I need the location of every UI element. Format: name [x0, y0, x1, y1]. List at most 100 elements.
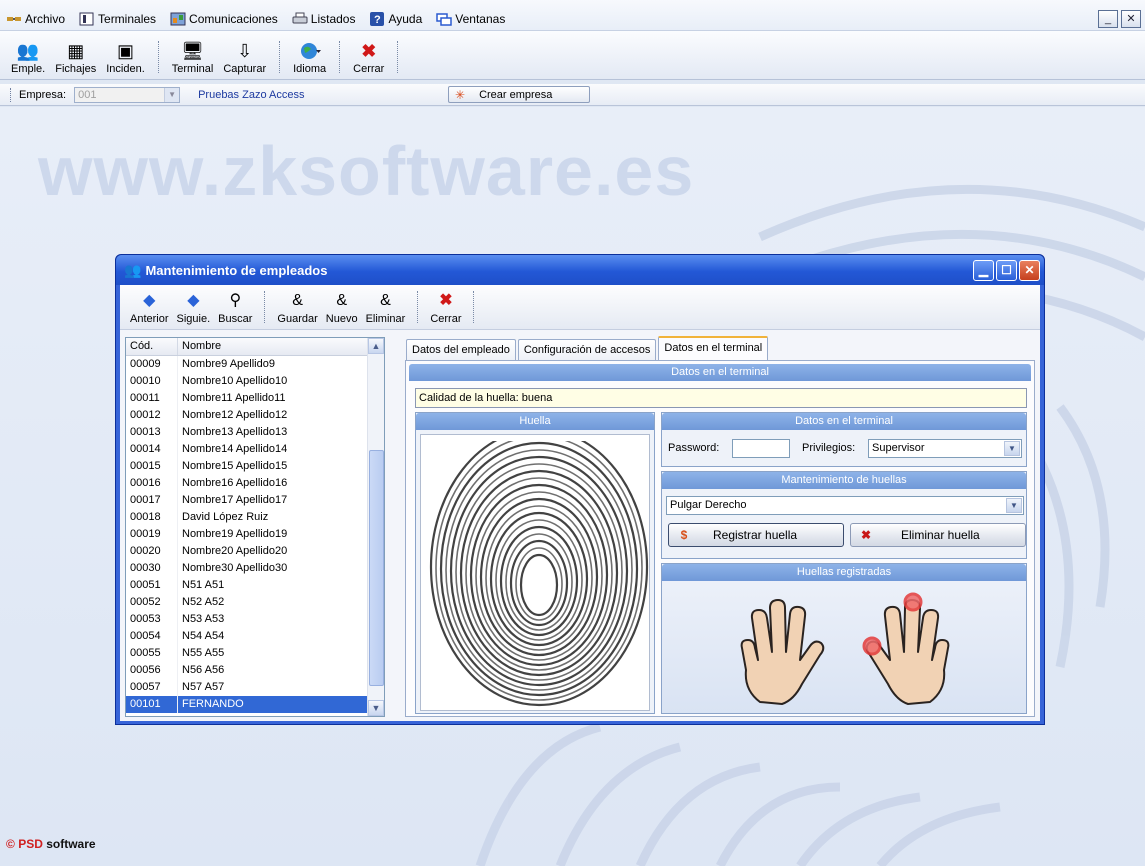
delete-fingerprint-button[interactable]: ✖ Eliminar huella	[850, 523, 1026, 547]
incidents-icon: ▣	[116, 41, 134, 61]
clock-ins-button[interactable]: ▦ Fichajes	[55, 41, 96, 75]
plug-icon	[6, 12, 22, 26]
window-close-toolbar-button[interactable]: ✖ Cerrar	[430, 291, 461, 325]
register-fingerprint-button[interactable]: $ Registrar huella	[668, 523, 844, 547]
delete-fingerprint-label: Eliminar huella	[901, 528, 980, 542]
previous-button-label: Anterior	[130, 313, 169, 325]
tab-access-config[interactable]: Configuración de accesos	[517, 339, 657, 360]
employee-name: Nombre10 Apellido10	[178, 373, 368, 390]
table-row[interactable]: 00016 Nombre16 Apellido16	[126, 475, 384, 492]
employee-list[interactable]: Cód. Nombre 00009 Nombre9 Apellido9 00010 N…	[125, 337, 385, 717]
delete-button[interactable]: & Eliminar	[366, 291, 406, 325]
employee-code: 00020	[126, 543, 178, 560]
toolbar-grip[interactable]	[10, 87, 13, 102]
menu-listados[interactable]: Listados	[292, 12, 355, 26]
employee-code: 00019	[126, 526, 178, 543]
app-close-button[interactable]: ✕	[1121, 10, 1141, 28]
privileges-select[interactable]: Supervisor ▼	[868, 439, 1022, 458]
search-button[interactable]: ⚲ Buscar	[218, 291, 252, 325]
app-window-controls: _ ✕	[1095, 10, 1141, 28]
chevron-down-icon[interactable]: ▼	[1006, 498, 1022, 513]
window-titlebar[interactable]: 👥 Mantenimiento de empleados ▁ ☐ ✕	[116, 255, 1044, 285]
company-select[interactable]: 001 ▼	[74, 86, 181, 103]
table-row[interactable]: 00056 N56 A56	[126, 662, 384, 679]
scrollbar-thumb[interactable]	[369, 450, 384, 686]
table-row[interactable]: 00014 Nombre14 Apellido14	[126, 441, 384, 458]
table-row[interactable]: 00013 Nombre13 Apellido13	[126, 424, 384, 441]
table-row[interactable]: 00052 N52 A52	[126, 594, 384, 611]
fingerprint-group-title: Huella	[416, 413, 654, 430]
menu-terminales[interactable]: Terminales	[79, 12, 156, 26]
terminal-button[interactable]: 🖥 Terminal	[172, 41, 214, 75]
table-row[interactable]: 00011 Nombre11 Apellido11	[126, 390, 384, 407]
toolbar-separator	[264, 291, 266, 323]
new-button[interactable]: & Nuevo	[326, 291, 358, 325]
table-row[interactable]: 00051 N51 A51	[126, 577, 384, 594]
incidents-button[interactable]: ▣ Inciden.	[106, 41, 145, 75]
table-row[interactable]: 00018 David López Ruiz	[126, 509, 384, 526]
menu-ventanas[interactable]: Ventanas	[436, 12, 505, 26]
table-row[interactable]: 00012 Nombre12 Apellido12	[126, 407, 384, 424]
left-hand-icon	[740, 599, 825, 705]
employee-maintenance-window: 👥 Mantenimiento de empleados ▁ ☐ ✕ ◆ Ant…	[115, 254, 1045, 725]
table-row[interactable]: 00017 Nombre17 Apellido17	[126, 492, 384, 509]
table-row[interactable]: 00020 Nombre20 Apellido20	[126, 543, 384, 560]
table-row[interactable]: 00057 N57 A57	[126, 679, 384, 696]
employee-name: N56 A56	[178, 662, 368, 679]
minimize-button[interactable]: ▁	[973, 260, 994, 281]
close-button[interactable]: ✖ Cerrar	[353, 41, 384, 75]
list-scrollbar[interactable]: ▲ ▼	[367, 338, 384, 716]
employees-button[interactable]: 👥 Emple.	[11, 41, 45, 75]
previous-button[interactable]: ◆ Anterior	[130, 291, 169, 325]
window-close-button[interactable]: ✕	[1019, 260, 1040, 281]
chevron-down-icon[interactable]: ▼	[164, 87, 180, 102]
copyright-symbol: ©	[6, 837, 15, 851]
window-controls: ▁ ☐ ✕	[971, 260, 1040, 281]
employees-button-label: Emple.	[11, 63, 46, 75]
table-row[interactable]: 00015 Nombre15 Apellido15	[126, 458, 384, 475]
employee-name: FERNANDO	[178, 696, 368, 713]
table-row[interactable]: 00030 Nombre30 Apellido30	[126, 560, 384, 577]
toolbar-separator	[473, 291, 475, 323]
table-row[interactable]: 00019 Nombre19 Apellido19	[126, 526, 384, 543]
menu-ayuda[interactable]: ? Ayuda	[369, 12, 422, 26]
save-button[interactable]: & Guardar	[277, 291, 317, 325]
app-minimize-button[interactable]: _	[1098, 10, 1118, 28]
close-button-label: Cerrar	[353, 63, 385, 75]
column-header-code[interactable]: Cód.	[126, 338, 178, 355]
menu-archivo[interactable]: Archivo	[6, 12, 65, 26]
password-field[interactable]	[732, 439, 790, 458]
employee-name: Nombre14 Apellido14	[178, 441, 368, 458]
table-row[interactable]: 00054 N54 A54	[126, 628, 384, 645]
employee-name: Nombre9 Apellido9	[178, 356, 368, 373]
table-row[interactable]: 00101 FERNANDO	[126, 696, 384, 713]
tab-employee-data[interactable]: Datos del empleado	[406, 339, 516, 360]
employee-name: Nombre12 Apellido12	[178, 407, 368, 424]
employee-code: 00017	[126, 492, 178, 509]
table-row[interactable]: 00055 N55 A55	[126, 645, 384, 662]
capture-button[interactable]: ⇩ Capturar	[223, 41, 266, 75]
brand-suffix: software	[46, 837, 96, 851]
registered-fingerprints-title: Huellas registradas	[662, 564, 1026, 581]
create-company-button[interactable]: ✳ Crear empresa	[448, 86, 590, 103]
column-header-name[interactable]: Nombre	[178, 338, 368, 355]
employee-code: 00018	[126, 509, 178, 526]
language-button[interactable]: Idioma	[293, 41, 326, 75]
password-label: Password:	[668, 442, 720, 454]
scroll-up-button[interactable]: ▲	[368, 338, 384, 354]
employee-code: 00101	[126, 696, 178, 713]
tab-terminal-data[interactable]: Datos en el terminal	[658, 336, 769, 360]
scroll-down-button[interactable]: ▼	[368, 700, 384, 716]
table-row[interactable]: 00009 Nombre9 Apellido9	[126, 356, 384, 373]
table-row[interactable]: 00053 N53 A53	[126, 611, 384, 628]
new-button-label: Nuevo	[325, 313, 358, 325]
next-button[interactable]: ◆ Siguie.	[177, 291, 211, 325]
chevron-down-icon[interactable]: ▼	[1004, 441, 1020, 456]
capture-icon: ⇩	[237, 41, 253, 61]
maximize-button[interactable]: ☐	[996, 260, 1017, 281]
table-row[interactable]: 00010 Nombre10 Apellido10	[126, 373, 384, 390]
menu-comunicaciones[interactable]: Comunicaciones	[170, 12, 278, 26]
delete-icon: ✖	[860, 528, 872, 542]
svg-text:?: ?	[374, 14, 381, 26]
finger-select[interactable]: Pulgar Derecho ▼	[666, 496, 1024, 515]
